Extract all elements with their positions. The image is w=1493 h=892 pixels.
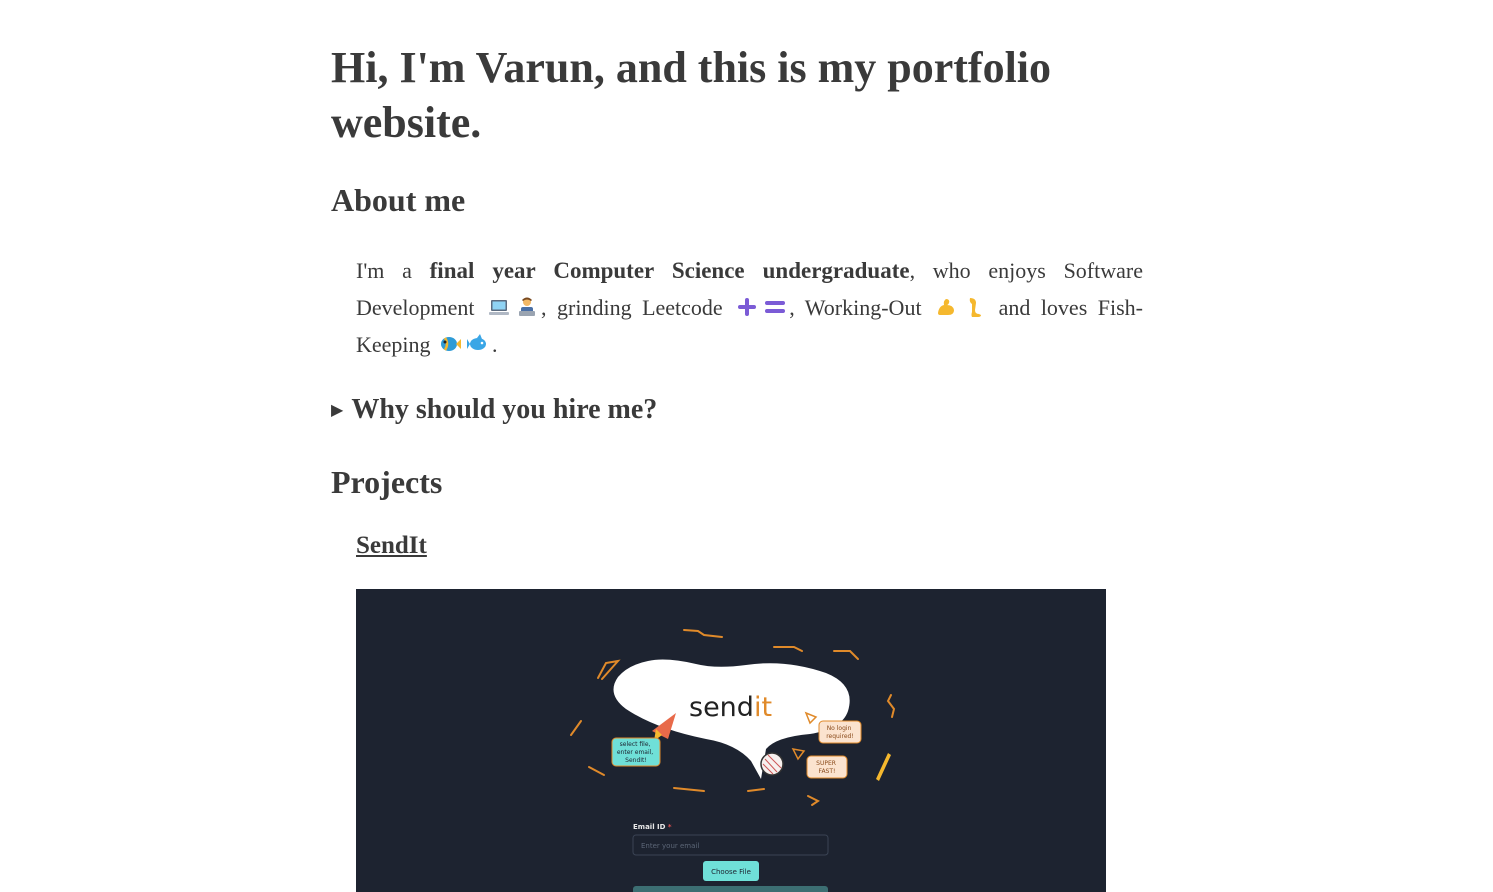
laptop-icon [489, 300, 510, 315]
equals-icon [765, 301, 786, 313]
about-text-3: , Working-Out [789, 295, 922, 320]
bubble-top-right-text: No login required! [826, 725, 854, 740]
about-text-5: . [492, 332, 498, 357]
hire-me-summary: Why should you hire me? [351, 394, 658, 425]
disclosure-triangle-icon: ▶ [331, 402, 344, 419]
tropical-fish-icon [441, 337, 462, 351]
pencil-icon [876, 753, 891, 781]
about-text-2: , grinding Leetcode [541, 295, 723, 320]
email-label: Email ID * [633, 823, 672, 831]
about-heading: About me [331, 182, 466, 218]
about-highlight: final year Computer Science undergraduat… [429, 258, 910, 283]
email-placeholder: Enter your email [641, 842, 699, 850]
about-intro: I'm a [356, 258, 412, 283]
hire-me-toggle[interactable]: ▶ Why should you hire me? [331, 392, 657, 429]
project-link-sendit[interactable]: SendIt [356, 530, 427, 562]
technologist-icon [519, 297, 536, 316]
fish-icon [467, 334, 487, 350]
arrow-icon-bottom [791, 747, 806, 761]
ball-icon [760, 752, 784, 776]
submit-button[interactable] [633, 886, 828, 892]
leg-icon [969, 298, 982, 317]
about-paragraph: I'm a final year Computer Science underg… [356, 252, 1143, 363]
page-title: Hi, I'm Varun, and this is my portfolio … [331, 43, 1052, 147]
plus-icon [738, 298, 757, 316]
sendit-preview-illustration: sendit select file, enter email, SendIt!… [570, 629, 896, 892]
projects-heading: Projects [331, 464, 443, 500]
bubble-bottom-right-text: SUPER FAST! [816, 760, 838, 775]
flexed-bicep-icon [938, 299, 955, 315]
project-screenshot-sendit: sendit select file, enter email, SendIt!… [356, 589, 1106, 892]
choose-file-label: Choose File [711, 868, 751, 876]
sendit-logo-text: sendit [689, 692, 772, 723]
